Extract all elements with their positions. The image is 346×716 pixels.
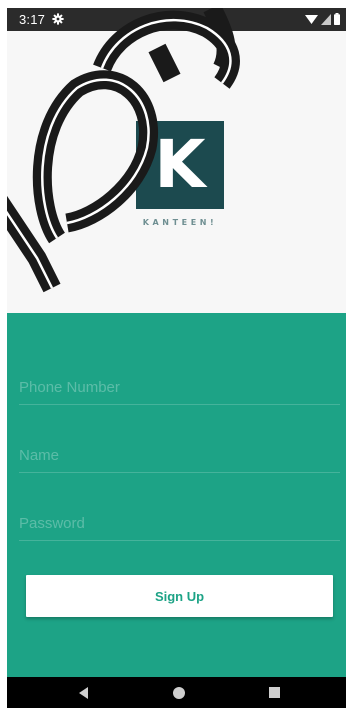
status-bar: 3:17 — [7, 8, 346, 31]
password-field — [19, 508, 340, 541]
phone-number-input[interactable] — [19, 372, 340, 402]
status-icons — [305, 13, 340, 25]
sign-up-button[interactable]: Sign Up — [26, 575, 333, 617]
logo-letter: K — [154, 126, 206, 203]
password-input[interactable] — [19, 508, 340, 538]
status-time: 3:17 — [19, 12, 46, 27]
signup-form: Sign Up — [7, 313, 346, 677]
app-screen: 3:17 K KANTEEN! Phone Number Name Sign U… — [7, 8, 346, 708]
logo-caption: KANTEEN! — [142, 218, 218, 227]
recents-icon[interactable] — [269, 687, 280, 698]
navigation-bar — [7, 677, 346, 708]
logo-header: K KANTEEN! — [7, 31, 346, 313]
wifi-icon — [305, 14, 318, 24]
signal-icon — [321, 13, 331, 25]
battery-icon — [334, 13, 340, 25]
name-field — [19, 440, 340, 473]
phone-field — [19, 372, 340, 405]
name-input[interactable] — [19, 440, 340, 470]
kanteen-logo: K — [136, 121, 224, 209]
gear-icon — [52, 13, 64, 25]
home-icon[interactable] — [173, 687, 185, 699]
back-icon[interactable] — [79, 687, 88, 699]
